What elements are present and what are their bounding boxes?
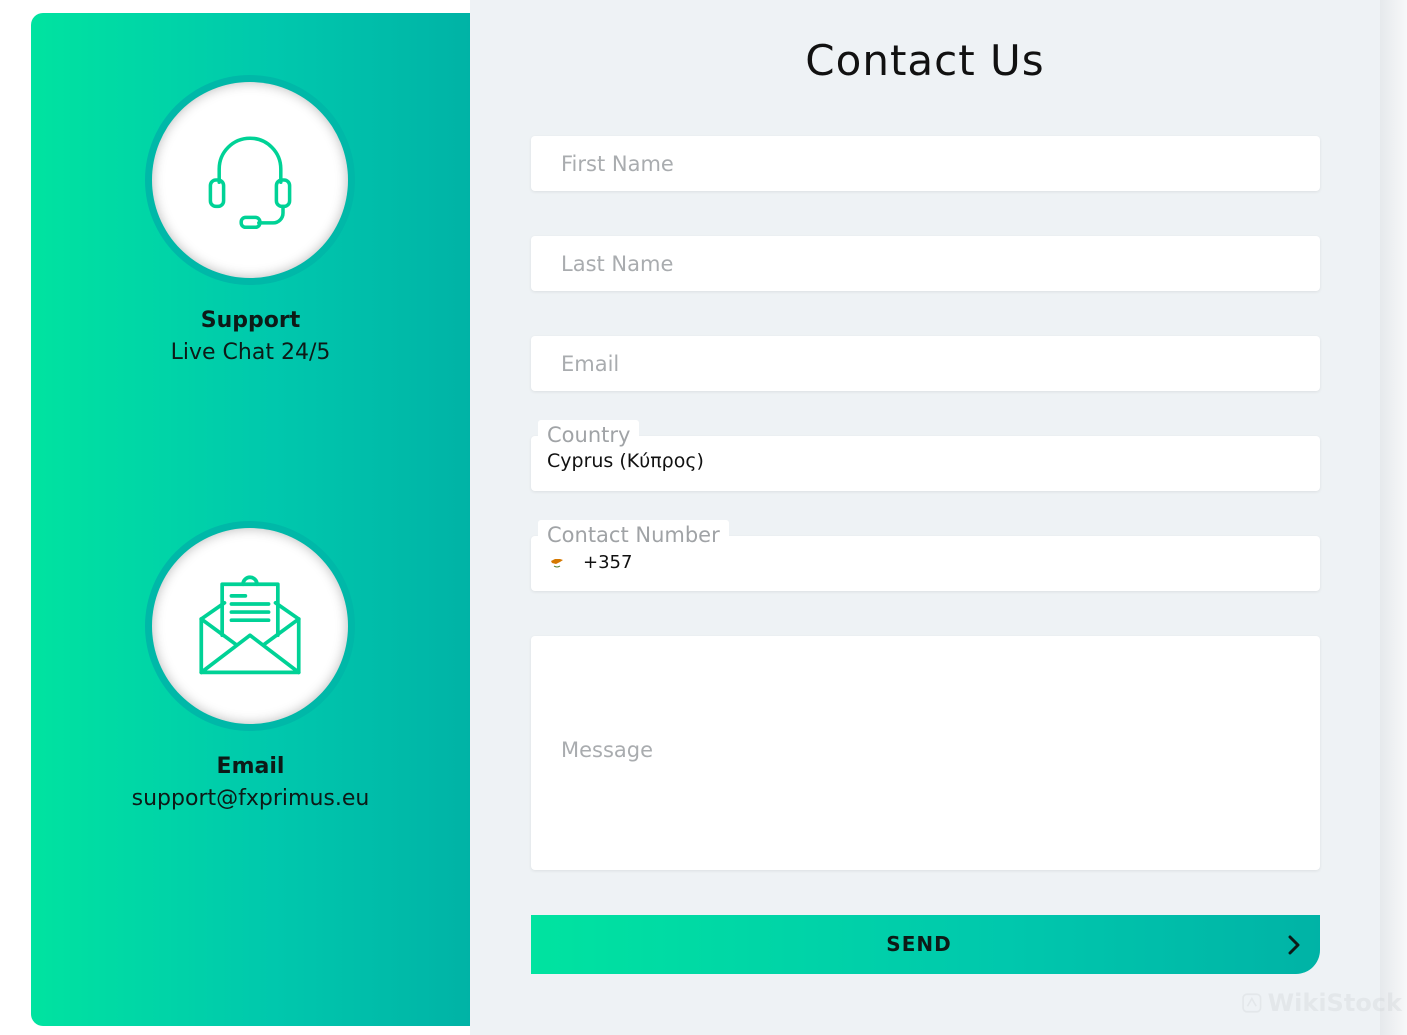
last-name-input[interactable] <box>531 236 1320 291</box>
first-name-field[interactable] <box>531 136 1320 191</box>
page-title: Contact Us <box>805 36 1045 85</box>
email-input[interactable] <box>531 336 1320 391</box>
country-value: Cyprus (Κύπρος) <box>547 450 704 472</box>
email-title: Email <box>216 754 285 779</box>
message-input[interactable] <box>531 636 1320 870</box>
message-field[interactable] <box>531 636 1320 870</box>
country-label: Country <box>538 420 640 450</box>
email-value: support@fxprimus.eu <box>131 786 370 811</box>
wikistock-logo-icon <box>1242 993 1262 1013</box>
open-envelope-icon <box>199 575 301 675</box>
contact-number-label: Contact Number <box>538 520 729 550</box>
country-select[interactable]: Country Cyprus (Κύπρος) <box>531 420 1320 491</box>
send-label: SEND <box>886 932 952 956</box>
headset-icon <box>208 136 292 230</box>
first-name-input[interactable] <box>531 136 1320 191</box>
contact-number-field[interactable]: Contact Number +357 <box>531 520 1320 591</box>
dial-code: +357 <box>583 552 633 573</box>
support-title: Support <box>200 308 301 333</box>
last-name-field[interactable] <box>531 236 1320 291</box>
watermark: WikiStock <box>1242 983 1402 1023</box>
support-icon-badge <box>145 75 355 285</box>
contact-info-panel: Support Live Chat 24/5 Email support@fxp… <box>31 13 470 1026</box>
email-field[interactable] <box>531 336 1320 391</box>
page-edge-shadow <box>1380 0 1407 1035</box>
email-icon-badge <box>145 521 355 731</box>
send-button[interactable]: SEND <box>531 915 1320 974</box>
cyprus-flag-icon[interactable] <box>547 555 567 569</box>
watermark-text: WikiStock <box>1267 989 1402 1017</box>
chevron-right-icon <box>1288 935 1300 955</box>
support-value: Live Chat 24/5 <box>170 340 331 365</box>
contact-form-panel: Contact Us Country Cyprus (Κύπρος) Conta… <box>470 0 1380 1035</box>
